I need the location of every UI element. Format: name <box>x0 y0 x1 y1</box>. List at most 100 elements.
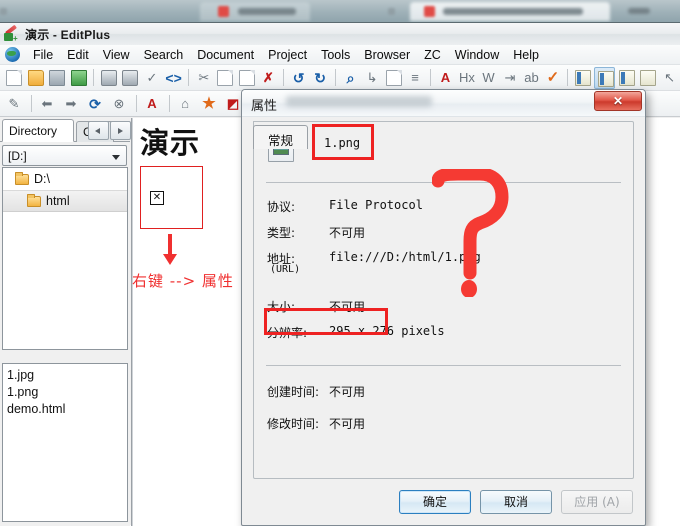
menu-edit[interactable]: Edit <box>60 46 96 64</box>
property-row-modified: 修改时间: 不可用 <box>254 410 633 436</box>
dialog-title: 属性 <box>251 99 278 114</box>
view-source-icon[interactable]: <> <box>162 67 183 89</box>
redo-icon[interactable]: ↻ <box>309 67 330 89</box>
cut-icon[interactable]: ✂ <box>193 67 214 89</box>
favorites-icon[interactable]: ★ <box>198 93 221 115</box>
dialog-content: 1.png 协议: File Protocol 类型: 不可用 地址: (URL… <box>253 121 634 479</box>
editor-left-border <box>132 118 133 526</box>
toggle-fullscreen-icon[interactable] <box>637 67 658 89</box>
find-in-files-icon[interactable] <box>383 67 404 89</box>
spell-check-icon[interactable]: ✓ <box>141 67 162 89</box>
menu-search[interactable]: Search <box>137 46 191 64</box>
list-item[interactable]: 1.png <box>7 384 127 401</box>
list-item[interactable]: demo.html <box>7 401 127 418</box>
window-title: 演示 - EditPlus <box>25 27 111 42</box>
replace-icon[interactable]: ↳ <box>361 67 382 89</box>
font-icon[interactable]: A <box>434 67 455 89</box>
tab-general[interactable]: 常规 <box>253 125 308 149</box>
chevron-right-icon[interactable] <box>110 121 131 140</box>
toolbar-separator <box>282 69 284 86</box>
menu-help[interactable]: Help <box>506 46 546 64</box>
apply-button: 应用 (A) <box>561 490 633 514</box>
menu-bar: File Edit View Search Document Project T… <box>0 45 680 65</box>
directory-panel: Directory Cli [D:] D:\ html 1.jpg 1.png … <box>0 118 131 526</box>
save-file-icon[interactable] <box>46 67 67 89</box>
toggle-directory-icon[interactable] <box>572 67 593 89</box>
directory-tree: D:\ html <box>2 167 128 350</box>
list-item[interactable]: 1.jpg <box>7 367 127 384</box>
menu-project[interactable]: Project <box>261 46 314 64</box>
tab-directory[interactable]: Directory <box>2 119 74 142</box>
browser-stop-icon[interactable]: ⊗ <box>108 93 131 115</box>
menu-window[interactable]: Window <box>448 46 506 64</box>
open-file-icon[interactable] <box>25 67 46 89</box>
menu-file[interactable]: File <box>26 46 60 64</box>
tree-item-root[interactable]: D:\ <box>3 168 127 190</box>
print-preview-icon[interactable] <box>98 67 119 89</box>
undo-icon[interactable]: ↺ <box>288 67 309 89</box>
menu-view[interactable]: View <box>96 46 137 64</box>
dialog-title-blurred-suffix <box>286 96 432 107</box>
property-value: 不可用 <box>329 417 366 431</box>
copy-icon[interactable] <box>214 67 235 89</box>
edit-pencil-icon[interactable]: ✎ <box>3 93 26 115</box>
globe-icon <box>5 47 20 62</box>
menu-document[interactable]: Document <box>190 46 261 64</box>
find-icon[interactable]: ⌕ <box>340 67 361 89</box>
window-titlebar: + 演示 - EditPlus <box>0 23 680 45</box>
property-row-address: 地址: (URL) file:///D:/html/1.png <box>254 245 633 285</box>
background-tab-close <box>0 8 7 15</box>
broken-image-icon: ✕ <box>150 191 164 205</box>
chevron-left-icon[interactable] <box>88 121 109 140</box>
tree-item-html[interactable]: html <box>3 190 127 212</box>
property-label: 协议: <box>267 200 296 214</box>
goto-line-icon[interactable]: ≡ <box>404 67 425 89</box>
property-value: 不可用 <box>329 385 366 399</box>
browser-forward-icon[interactable]: ➡ <box>60 93 83 115</box>
menu-tools[interactable]: Tools <box>314 46 357 64</box>
toggle-output-icon[interactable] <box>593 66 615 89</box>
editplus-logo-icon: + <box>4 24 20 43</box>
chevron-down-icon <box>112 155 120 160</box>
font-color-icon[interactable]: A <box>141 93 164 115</box>
broken-image-placeholder[interactable]: ✕ <box>140 166 203 229</box>
menu-zc[interactable]: ZC <box>417 46 448 64</box>
paste-icon[interactable] <box>236 67 257 89</box>
background-tab-favicon <box>218 6 229 17</box>
delete-icon[interactable]: ✗ <box>257 67 278 89</box>
save-all-icon[interactable] <box>68 67 89 89</box>
toolbar-separator <box>334 69 336 86</box>
browser-refresh-icon[interactable]: ⟳ <box>84 93 107 115</box>
ok-button[interactable]: 确定 <box>399 490 471 514</box>
toolbar-separator <box>169 95 170 112</box>
background-tab-title <box>443 8 583 15</box>
toolbar-separator <box>136 95 137 112</box>
property-row-protocol: 协议: File Protocol <box>254 193 633 219</box>
file-header-row: 1.png <box>254 122 633 182</box>
background-tab-favicon <box>424 6 435 17</box>
new-document-icon[interactable] <box>3 67 24 89</box>
toolbar-separator <box>187 69 189 86</box>
toolbar-separator <box>93 69 94 86</box>
menu-browser[interactable]: Browser <box>357 46 417 64</box>
print-icon[interactable] <box>119 67 140 89</box>
hex-view-icon[interactable]: Hx <box>456 67 477 89</box>
property-row-resolution: 分辨率: 295 x 276 pixels <box>254 319 633 345</box>
select-mode-icon[interactable]: ↖ <box>659 67 680 89</box>
drive-selector-value: [D:] <box>8 149 27 163</box>
property-value: File Protocol <box>329 198 423 212</box>
drive-selector[interactable]: [D:] <box>2 145 127 166</box>
cancel-button[interactable]: 取消 <box>480 490 552 514</box>
word-wrap-icon[interactable]: W <box>477 67 498 89</box>
close-icon[interactable]: ✕ <box>594 91 642 111</box>
home-page-icon[interactable]: ⌂ <box>174 93 197 115</box>
validate-icon[interactable]: ✓ <box>542 67 563 89</box>
dialog-titlebar: 属性 ✕ <box>242 90 645 117</box>
browser-back-icon[interactable]: ⬅ <box>36 93 59 115</box>
background-tab-title <box>238 8 296 15</box>
case-convert-icon[interactable]: ab <box>520 67 541 89</box>
toggle-cliptext-icon[interactable] <box>616 67 637 89</box>
indent-icon[interactable]: ⇥ <box>499 67 520 89</box>
property-row-created: 创建时间: 不可用 <box>254 378 633 404</box>
toolbar-separator <box>567 69 569 86</box>
